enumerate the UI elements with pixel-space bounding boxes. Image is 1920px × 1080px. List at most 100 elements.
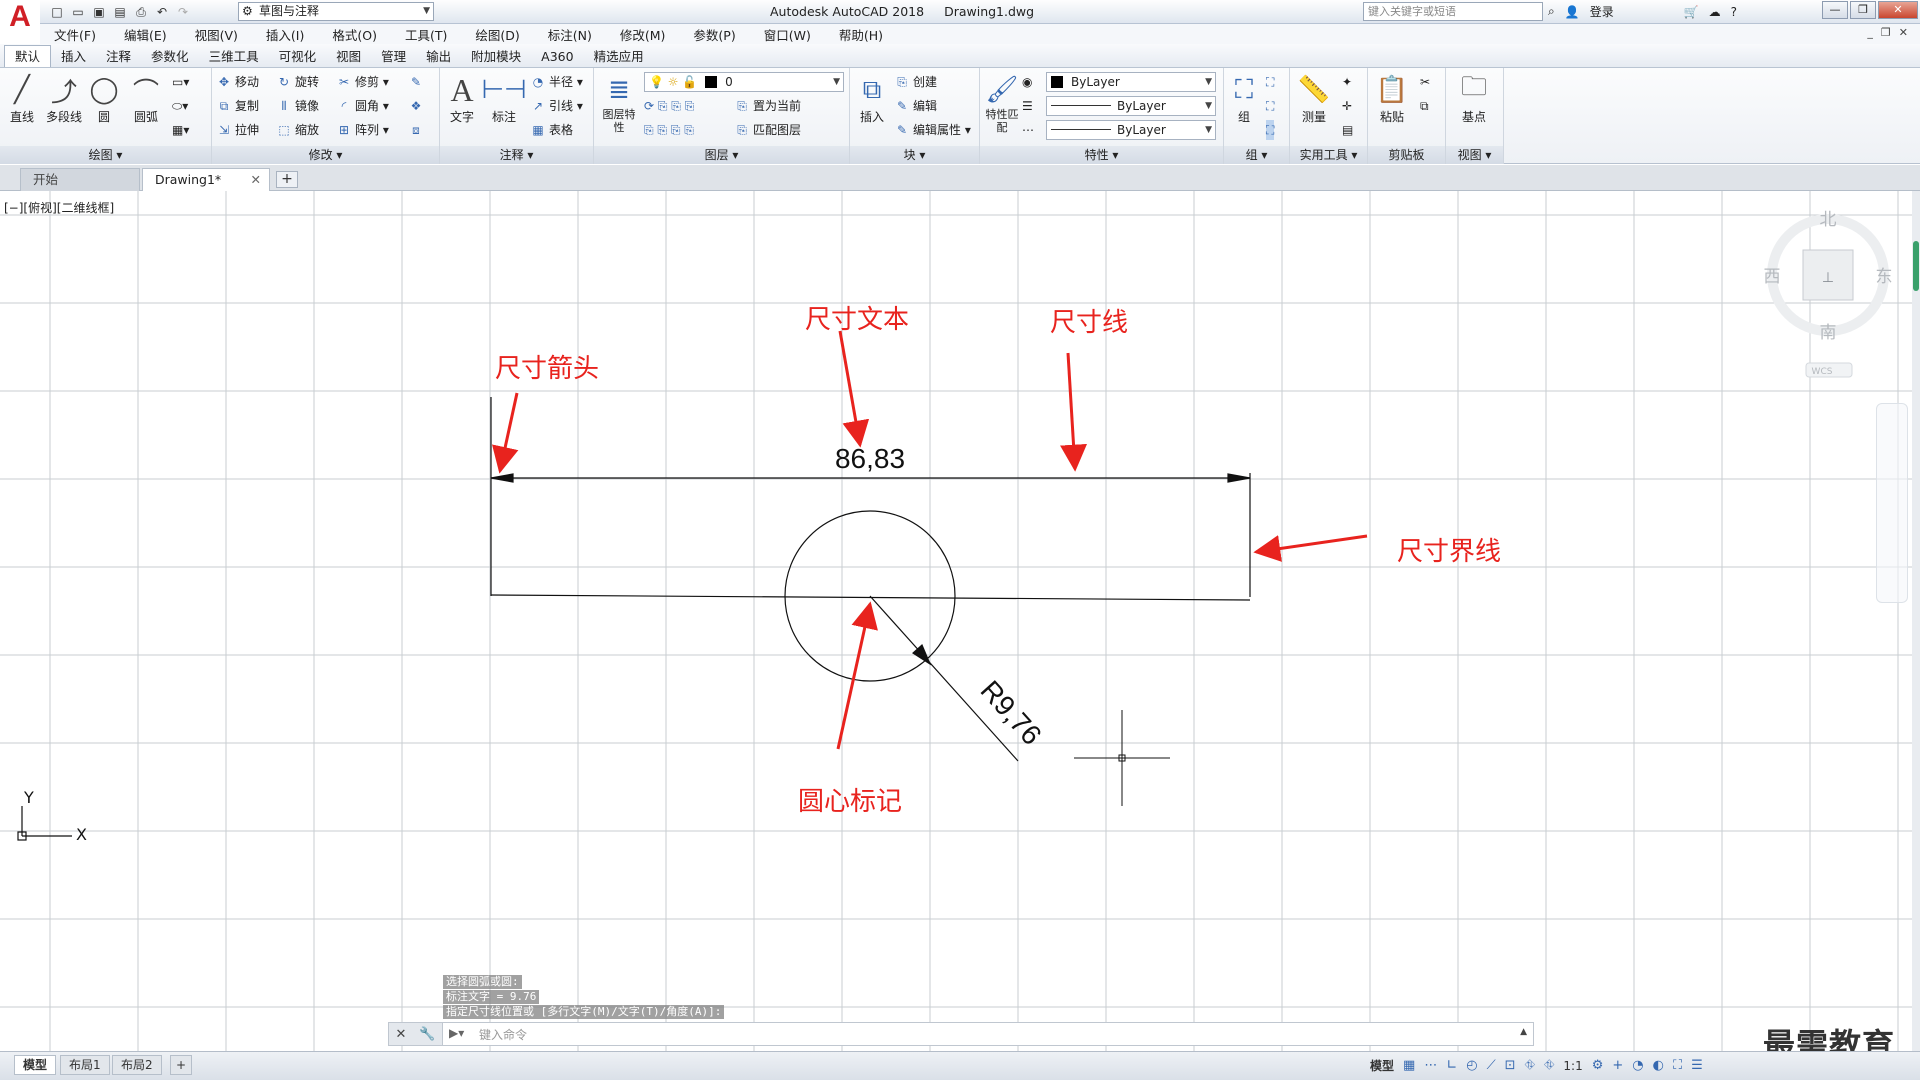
ribbon-tab-4[interactable]: 三维工具: [199, 47, 269, 67]
match-properties-button[interactable]: 🖌 特性匹配: [982, 72, 1022, 134]
settings-gear-icon[interactable]: ⚙: [1592, 1058, 1604, 1073]
ribbon-tab-10[interactable]: A360: [531, 47, 583, 67]
circle-button[interactable]: ◯ 圆: [84, 72, 124, 125]
paste-button[interactable]: 📋 粘贴: [1372, 72, 1412, 125]
cut-icon[interactable]: ✂: [1420, 72, 1430, 92]
model-space-toggle[interactable]: 模型: [1370, 1057, 1394, 1074]
hatch-icon[interactable]: ▦▾: [172, 120, 189, 140]
arc-button[interactable]: ⌒ 圆弧: [126, 72, 166, 125]
explode-icon[interactable]: ❖: [408, 96, 427, 116]
restore-button[interactable]: ❐: [1850, 1, 1876, 19]
base-point-button[interactable]: 🗀 基点: [1454, 72, 1494, 125]
modify-panel-title[interactable]: 修改 ▾: [212, 146, 439, 164]
annotation-visibility-icon[interactable]: ⛗: [1525, 1058, 1535, 1073]
layer-tools-row-2[interactable]: ⎘ ⎘ ⎘ ⎘: [644, 120, 694, 140]
viewcube[interactable]: ⊥ 北 南 西 东 WCS: [1764, 210, 1893, 378]
cart-icon[interactable]: 🛒: [1684, 5, 1699, 19]
text-button[interactable]: A 文字: [442, 72, 482, 125]
copy-button[interactable]: ⧉ 复制: [216, 96, 259, 116]
login-button[interactable]: 登录: [1590, 3, 1614, 20]
measure-button[interactable]: 📏 测量: [1294, 72, 1334, 125]
utilities-panel-title[interactable]: 实用工具 ▾: [1290, 146, 1367, 164]
table-button[interactable]: ▦ 表格: [530, 120, 573, 140]
layers-panel-title[interactable]: 图层 ▾: [594, 146, 849, 164]
hardware-acceleration-icon[interactable]: ◔: [1632, 1058, 1643, 1073]
properties-panel-title[interactable]: 特性 ▾: [980, 146, 1223, 164]
linetype-select[interactable]: ByLayer ▼: [1046, 96, 1216, 116]
menu-item-2[interactable]: 视图(V): [181, 25, 252, 44]
drawing-canvas[interactable]: 86,83 R9,76 尺寸箭头 尺寸文本 尺寸线 尺寸界线 圆心标记 Y X …: [0, 191, 1912, 1051]
ribbon-tab-1[interactable]: 插入: [51, 47, 96, 67]
ortho-icon[interactable]: ∟: [1446, 1058, 1457, 1073]
close-button[interactable]: ✕: [1878, 1, 1918, 19]
linetype-icon[interactable]: ☰: [1022, 96, 1033, 116]
snap-icon[interactable]: ⋯: [1424, 1058, 1437, 1073]
grid-icon[interactable]: ▦: [1403, 1058, 1415, 1073]
tab-start[interactable]: 开始: [20, 168, 140, 191]
ribbon-tab-6[interactable]: 视图: [326, 47, 371, 67]
save-icon[interactable]: ▣: [90, 3, 108, 21]
trim-button[interactable]: ✂ 修剪 ▾: [336, 72, 389, 92]
calculator-icon[interactable]: ▤: [1342, 120, 1353, 140]
quick-select-icon[interactable]: ✦: [1342, 72, 1352, 92]
polar-icon[interactable]: ◴: [1466, 1058, 1477, 1073]
leader-button[interactable]: ↗ 引线 ▾: [530, 96, 583, 116]
block-panel-title[interactable]: 块 ▾: [850, 146, 979, 164]
stretch-button[interactable]: ⇲ 拉伸: [216, 120, 259, 140]
menu-item-9[interactable]: 参数(P): [679, 25, 749, 44]
customize-menu-icon[interactable]: ☰: [1691, 1058, 1703, 1073]
open-file-icon[interactable]: ▭: [69, 3, 87, 21]
document-window-controls[interactable]: _❐✕: [1867, 26, 1916, 39]
menu-item-7[interactable]: 标注(N): [534, 25, 606, 44]
print-icon[interactable]: ⎙: [132, 3, 150, 21]
add-icon[interactable]: +: [1612, 1058, 1623, 1073]
annotation-scale-icon[interactable]: ⛗: [1544, 1058, 1554, 1073]
insert-block-button[interactable]: ⧉ 插入: [852, 72, 892, 125]
create-block-button[interactable]: ⎘ 创建: [894, 72, 937, 92]
make-current-button[interactable]: ⎘ 置为当前: [734, 96, 801, 116]
ungroup-icon[interactable]: ⛶: [1266, 72, 1274, 92]
draw-panel-title[interactable]: 绘图 ▾: [0, 146, 211, 164]
color-select[interactable]: ByLayer ▼: [1046, 72, 1216, 92]
menu-item-11[interactable]: 帮助(H): [825, 25, 897, 44]
linear-dimension-text[interactable]: 86,83: [835, 443, 905, 474]
command-input[interactable]: 键入命令: [479, 1026, 527, 1043]
view-panel-title[interactable]: 视图 ▾: [1446, 146, 1503, 164]
tab-drawing1[interactable]: Drawing1* ✕: [142, 168, 270, 191]
vertical-scrollbar[interactable]: [1912, 191, 1920, 1051]
annotation-panel-title[interactable]: 注释 ▾: [440, 146, 593, 164]
annotation-scale-value[interactable]: 1:1: [1563, 1059, 1582, 1073]
menu-item-6[interactable]: 绘图(D): [461, 25, 533, 44]
binoculars-icon[interactable]: ⌕: [1548, 4, 1555, 19]
rotate-button[interactable]: ↻ 旋转: [276, 72, 319, 92]
ribbon-tab-9[interactable]: 附加模块: [461, 47, 531, 67]
ribbon-tab-8[interactable]: 输出: [416, 47, 461, 67]
navigation-bar[interactable]: [1876, 403, 1908, 603]
menu-item-8[interactable]: 修改(M): [606, 25, 680, 44]
ribbon-tab-2[interactable]: 注释: [96, 47, 141, 67]
fullscreen-icon[interactable]: ⛶: [1673, 1058, 1682, 1073]
save-as-icon[interactable]: ▤: [111, 3, 129, 21]
layout-tab-model[interactable]: 模型: [14, 1055, 57, 1075]
copy-clip-icon[interactable]: ⧉: [1420, 96, 1429, 116]
menu-item-5[interactable]: 工具(T): [391, 25, 461, 44]
mirror-button[interactable]: ⫴ 镜像: [276, 96, 319, 116]
search-input[interactable]: 键入关键字或短语: [1363, 2, 1543, 21]
layout-tab-1[interactable]: 布局1: [60, 1055, 110, 1075]
redo-icon[interactable]: ↷: [174, 3, 192, 21]
layer-tools-row-1[interactable]: ⟳ ⎘ ⎘ ⎘: [644, 96, 694, 116]
dimension-button[interactable]: ⊢⊣ 标注: [481, 72, 526, 125]
add-layout-button[interactable]: +: [170, 1055, 193, 1075]
clipboard-panel-title[interactable]: 剪贴板: [1368, 146, 1445, 164]
lineweight-icon[interactable]: ⋯: [1022, 120, 1034, 140]
ellipse-icon[interactable]: ⬭▾: [172, 96, 188, 116]
command-line-grip[interactable]: ✕ 🔧: [389, 1023, 443, 1045]
layout-tab-2[interactable]: 布局2: [112, 1055, 162, 1075]
menu-item-1[interactable]: 编辑(E): [110, 25, 181, 44]
polyline-button[interactable]: ⤴ 多段线: [42, 72, 86, 125]
new-file-icon[interactable]: □: [48, 3, 66, 21]
help-icon[interactable]: ?: [1731, 5, 1737, 19]
ribbon-tab-7[interactable]: 管理: [371, 47, 416, 67]
a360-icon[interactable]: ☁: [1709, 5, 1721, 19]
line-button[interactable]: ╱ 直线: [2, 72, 42, 125]
